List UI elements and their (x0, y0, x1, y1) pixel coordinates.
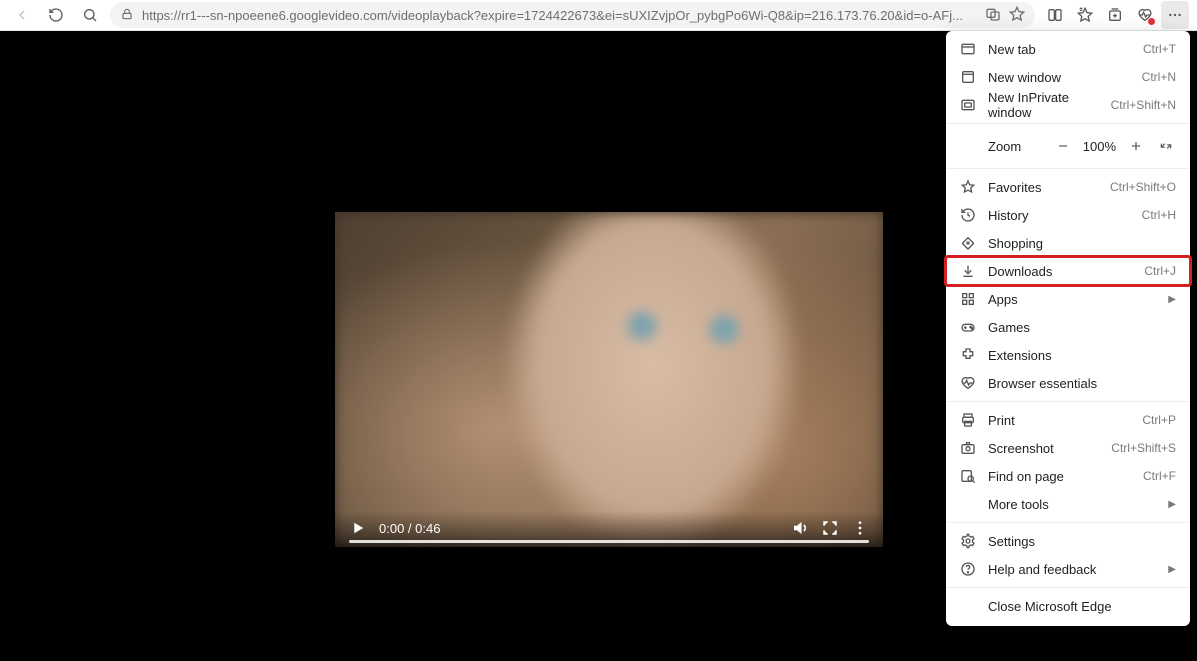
menu-favorites[interactable]: Favorites Ctrl+Shift+O (946, 173, 1190, 201)
video-time: 0:00 / 0:46 (379, 521, 440, 536)
url-text: https://rr1---sn-npoeene6.googlevideo.co… (142, 8, 977, 23)
address-bar[interactable]: https://rr1---sn-npoeene6.googlevideo.co… (110, 2, 1035, 28)
zoom-value: 100% (1083, 139, 1116, 154)
refresh-button[interactable] (42, 1, 70, 29)
menu-extensions[interactable]: Extensions (946, 341, 1190, 369)
back-button[interactable] (8, 1, 36, 29)
page-content: 0:00 / 0:46 New tab Ctrl+T New window Ct… (0, 31, 1197, 661)
inprivate-icon (960, 97, 976, 113)
screenshot-icon (960, 440, 976, 456)
menu-history[interactable]: History Ctrl+H (946, 201, 1190, 229)
menu-find[interactable]: Find on page Ctrl+F (946, 462, 1190, 490)
menu-downloads[interactable]: Downloads Ctrl+J (946, 257, 1190, 285)
more-menu-button[interactable] (1161, 1, 1189, 29)
favorites-icon (960, 179, 976, 195)
lock-icon (120, 7, 134, 24)
new-tab-icon (960, 41, 976, 57)
menu-games[interactable]: Games (946, 313, 1190, 341)
menu-separator (946, 587, 1190, 588)
browser-toolbar: https://rr1---sn-npoeene6.googlevideo.co… (0, 0, 1197, 31)
menu-separator (946, 522, 1190, 523)
menu-screenshot[interactable]: Screenshot Ctrl+Shift+S (946, 434, 1190, 462)
menu-new-tab[interactable]: New tab Ctrl+T (946, 35, 1190, 63)
essentials-icon (960, 375, 976, 391)
menu-separator (946, 123, 1190, 124)
menu-settings[interactable]: Settings (946, 527, 1190, 555)
search-button[interactable] (76, 1, 104, 29)
apps-icon (960, 291, 976, 307)
fullscreen-toggle-button[interactable] (1156, 136, 1176, 156)
new-window-icon (960, 69, 976, 85)
video-more-button[interactable] (851, 519, 869, 537)
edge-more-menu: New tab Ctrl+T New window Ctrl+N New InP… (946, 31, 1190, 626)
menu-print[interactable]: Print Ctrl+P (946, 406, 1190, 434)
menu-essentials[interactable]: Browser essentials (946, 369, 1190, 397)
menu-more-tools[interactable]: More tools ▶ (946, 490, 1190, 518)
favorites-bar-icon[interactable] (1071, 1, 1099, 29)
fullscreen-button[interactable] (821, 519, 839, 537)
video-timeline[interactable] (349, 540, 869, 543)
zoom-out-button[interactable] (1053, 136, 1073, 156)
menu-shopping[interactable]: Shopping (946, 229, 1190, 257)
menu-zoom: Zoom 100% (946, 128, 1190, 164)
menu-new-window[interactable]: New window Ctrl+N (946, 63, 1190, 91)
volume-button[interactable] (791, 519, 809, 537)
extensions-icon (960, 347, 976, 363)
menu-apps[interactable]: Apps ▶ (946, 285, 1190, 313)
shopping-icon (960, 235, 976, 251)
translate-icon[interactable] (985, 6, 1001, 25)
play-button[interactable] (349, 519, 367, 537)
find-icon (960, 468, 976, 484)
menu-new-inprivate[interactable]: New InPrivate window Ctrl+Shift+N (946, 91, 1190, 119)
split-screen-icon[interactable] (1041, 1, 1069, 29)
help-icon (960, 561, 976, 577)
menu-separator (946, 168, 1190, 169)
history-icon (960, 207, 976, 223)
menu-help[interactable]: Help and feedback ▶ (946, 555, 1190, 583)
collections-icon[interactable] (1101, 1, 1129, 29)
submenu-arrow-icon: ▶ (1168, 499, 1176, 510)
menu-close-edge[interactable]: Close Microsoft Edge (946, 592, 1190, 620)
browser-essentials-icon[interactable] (1131, 1, 1159, 29)
submenu-arrow-icon: ▶ (1168, 564, 1176, 575)
video-frame-image (335, 212, 883, 547)
toolbar-right-icons (1041, 1, 1189, 29)
star-icon[interactable] (1009, 6, 1025, 25)
zoom-in-button[interactable] (1126, 136, 1146, 156)
submenu-arrow-icon: ▶ (1168, 294, 1176, 305)
settings-icon (960, 533, 976, 549)
downloads-icon (960, 263, 976, 279)
video-player[interactable]: 0:00 / 0:46 (335, 212, 883, 547)
print-icon (960, 412, 976, 428)
menu-separator (946, 401, 1190, 402)
games-icon (960, 319, 976, 335)
